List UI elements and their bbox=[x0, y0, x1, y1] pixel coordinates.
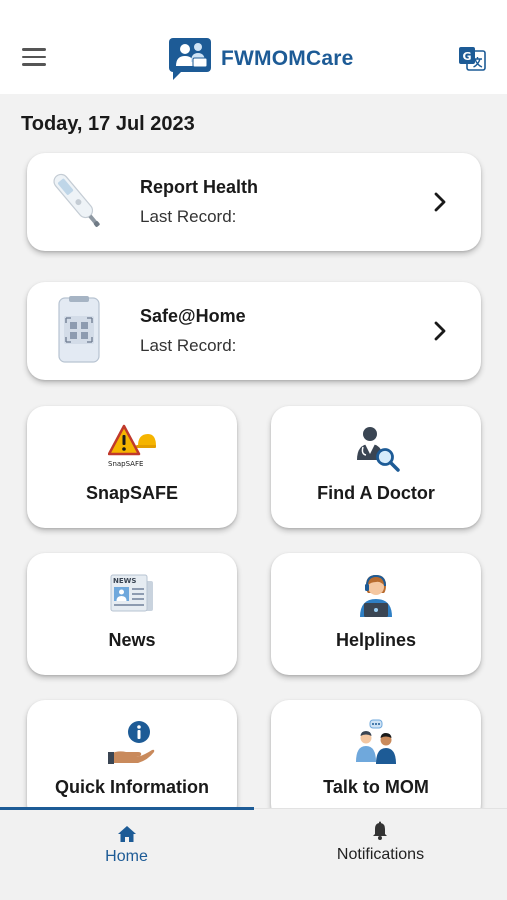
news-icon-text: NEWS bbox=[113, 577, 136, 585]
helpline-agent-icon bbox=[360, 574, 392, 617]
snapsafe-tile[interactable]: SnapSAFE SnapSAFE bbox=[27, 406, 237, 528]
helplines-label: Helplines bbox=[335, 630, 417, 650]
info-hand-icon bbox=[108, 721, 155, 764]
talk-to-mom-tile[interactable]: Talk to MOM bbox=[271, 700, 481, 822]
safe-at-home-last-record: Last Record: bbox=[140, 336, 237, 355]
nav-notifications-label: Notifications bbox=[336, 846, 425, 863]
bottom-navigation: Home Notifications bbox=[0, 807, 507, 900]
home-icon bbox=[118, 826, 136, 842]
nav-notifications[interactable]: Notifications bbox=[254, 809, 507, 900]
conversation-icon bbox=[356, 719, 396, 764]
chevron-right-icon bbox=[434, 321, 446, 341]
newspaper-icon: NEWS bbox=[110, 574, 153, 612]
brand: FWMOMCare bbox=[167, 36, 353, 82]
quick-information-tile[interactable]: Quick Information bbox=[27, 700, 237, 822]
hamburger-menu-icon[interactable] bbox=[22, 48, 48, 70]
report-health-title: Report Health bbox=[140, 177, 259, 197]
chevron-right-icon bbox=[434, 192, 446, 212]
thermometer-icon bbox=[53, 173, 100, 228]
app-logo-icon bbox=[169, 38, 211, 80]
news-tile[interactable]: NEWS News bbox=[27, 553, 237, 675]
helplines-tile[interactable]: Helplines bbox=[271, 553, 481, 675]
safe-at-home-title: Safe@Home bbox=[140, 306, 246, 326]
nav-home[interactable]: Home bbox=[0, 809, 253, 900]
snapsafe-warning-icon: SnapSAFE bbox=[108, 424, 156, 468]
date-heading: Today, 17 Jul 2023 bbox=[21, 113, 195, 135]
google-translate-icon[interactable]: G bbox=[458, 46, 486, 72]
report-health-last-record: Last Record: bbox=[140, 207, 237, 226]
talk-to-mom-label: Talk to MOM bbox=[323, 777, 429, 797]
news-label: News bbox=[108, 630, 156, 650]
find-a-doctor-tile[interactable]: Find A Doctor bbox=[271, 406, 481, 528]
snapsafe-icon-text: SnapSAFE bbox=[108, 460, 143, 468]
safe-home-device-icon bbox=[58, 296, 100, 363]
bell-icon bbox=[373, 821, 387, 840]
find-a-doctor-label: Find A Doctor bbox=[317, 483, 435, 503]
svg-text:G: G bbox=[462, 50, 471, 63]
snapsafe-label: SnapSAFE bbox=[85, 483, 178, 503]
quick-information-label: Quick Information bbox=[54, 777, 209, 797]
doctor-search-icon bbox=[357, 427, 400, 472]
report-health-card[interactable]: Report Health Last Record: bbox=[27, 153, 481, 251]
app-header: FWMOMCare G bbox=[0, 0, 507, 94]
safe-at-home-card[interactable]: Safe@Home Last Record: bbox=[27, 282, 481, 380]
nav-home-label: Home bbox=[105, 848, 148, 865]
app-title: FWMOMCare bbox=[221, 47, 354, 70]
